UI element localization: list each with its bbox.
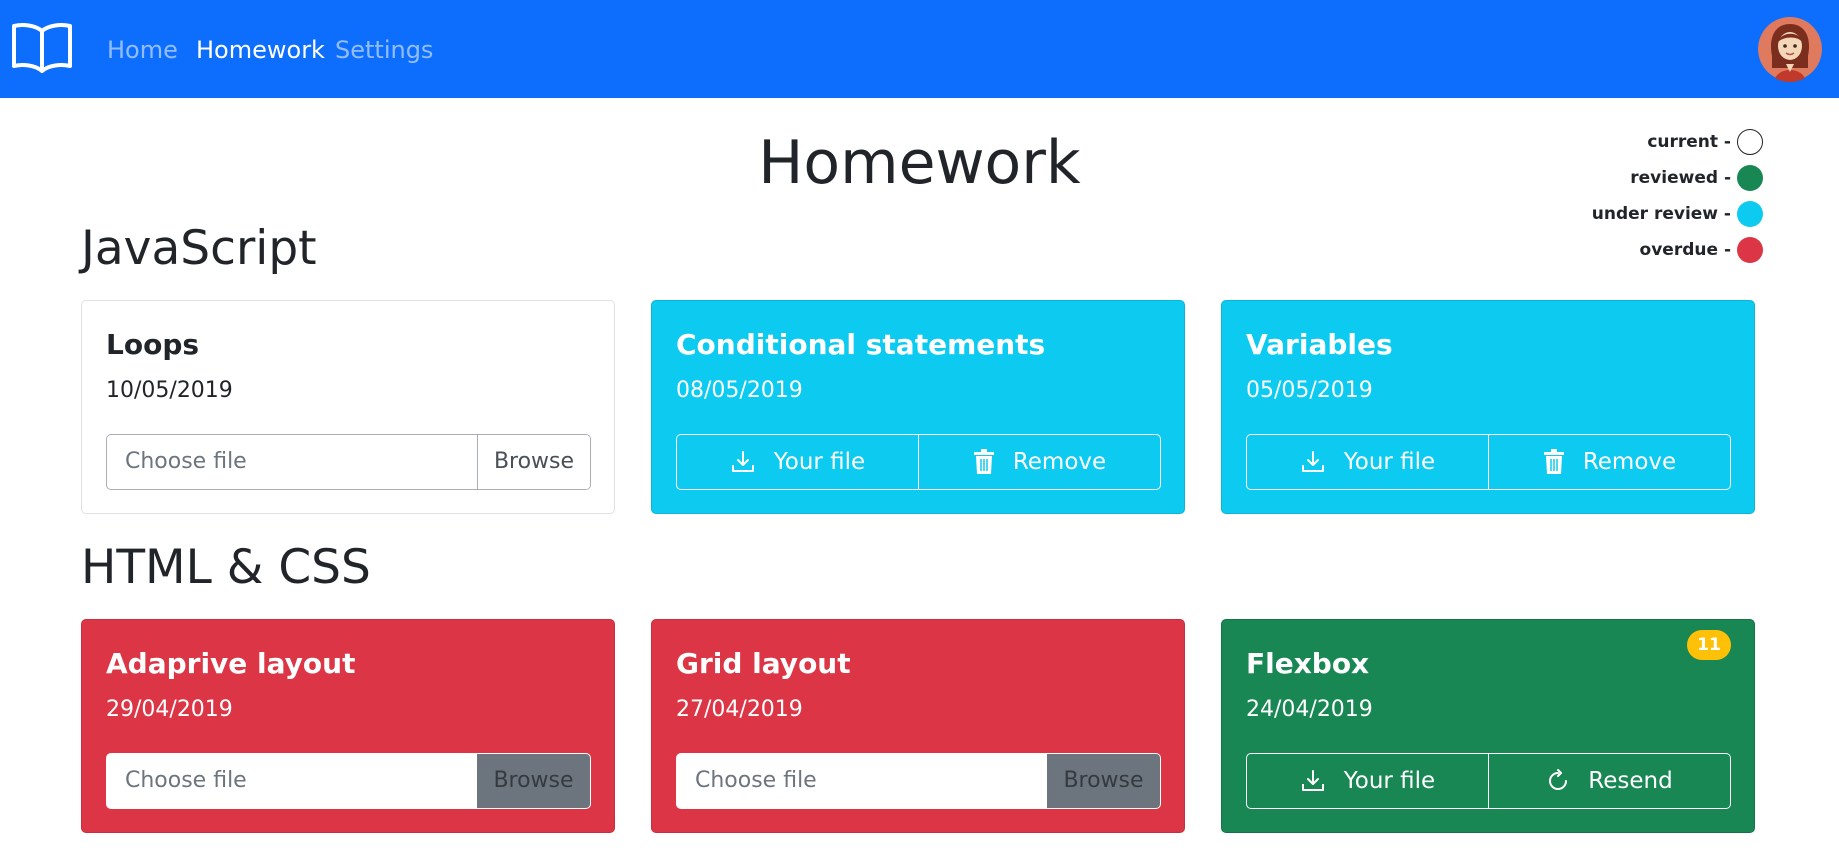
your-file-button[interactable]: Your file (1247, 435, 1488, 489)
card-date: 29/04/2019 (106, 697, 233, 722)
file-input-placeholder[interactable]: Choose file (107, 754, 477, 808)
your-file-label: Your file (773, 449, 866, 475)
legend-dot-reviewed (1737, 165, 1763, 191)
download-icon (1301, 451, 1324, 472)
card-date: 27/04/2019 (676, 697, 803, 722)
file-input[interactable]: Choose file Browse (106, 434, 591, 490)
your-file-button[interactable]: Your file (677, 435, 918, 489)
download-icon (1301, 770, 1324, 791)
legend-item-reviewed: reviewed - (1592, 160, 1763, 196)
legend-item-overdue: overdue - (1592, 232, 1763, 268)
homework-card-flexbox: 11 Flexbox 24/04/2019 Your file Resend (1221, 619, 1755, 833)
homework-card-adaprive-layout: Adaprive layout 29/04/2019 Choose file B… (81, 619, 615, 833)
legend-label: current - (1647, 132, 1731, 152)
trash-icon (1543, 449, 1564, 474)
legend-label: reviewed - (1630, 168, 1731, 188)
remove-button[interactable]: Remove (918, 435, 1160, 489)
file-actions: Your file Resend (1246, 753, 1731, 809)
file-input-placeholder[interactable]: Choose file (677, 754, 1047, 808)
your-file-label: Your file (1343, 768, 1436, 794)
legend-dot-current (1737, 129, 1763, 155)
legend-dot-overdue (1737, 237, 1763, 263)
card-title: Grid layout (676, 647, 851, 680)
nav-link-settings[interactable]: Settings (335, 33, 433, 67)
homework-card-loops: Loops 10/05/2019 Choose file Browse (81, 300, 615, 514)
card-date: 05/05/2019 (1246, 378, 1373, 403)
card-title: Flexbox (1246, 647, 1370, 680)
browse-button[interactable]: Browse (477, 435, 590, 489)
card-title: Adaprive layout (106, 647, 356, 680)
resend-button[interactable]: Resend (1488, 754, 1730, 808)
file-actions: Your file Remove (1246, 434, 1731, 490)
section-title-javascript: JavaScript (81, 221, 317, 276)
file-input-placeholder[interactable]: Choose file (107, 435, 477, 489)
status-legend: current - reviewed - under review - over… (1592, 124, 1763, 268)
page-title: Homework (758, 128, 1081, 198)
nav-link-homework[interactable]: Homework (196, 33, 325, 67)
homework-card-variables: Variables 05/05/2019 Your file Remove (1221, 300, 1755, 514)
file-input[interactable]: Choose file Browse (106, 753, 591, 809)
remove-label: Remove (1012, 449, 1107, 475)
book-logo-icon[interactable] (11, 21, 73, 73)
remove-button[interactable]: Remove (1488, 435, 1730, 489)
section-title-html-css: HTML & CSS (81, 540, 371, 595)
file-input[interactable]: Choose file Browse (676, 753, 1161, 809)
legend-dot-under-review (1737, 201, 1763, 227)
browse-button[interactable]: Browse (477, 754, 590, 808)
navbar: Home Homework Settings (0, 0, 1839, 98)
homework-card-conditional-statements: Conditional statements 08/05/2019 Your f… (651, 300, 1185, 514)
your-file-label: Your file (1343, 449, 1436, 475)
card-date: 24/04/2019 (1246, 697, 1373, 722)
nav-link-home[interactable]: Home (107, 33, 178, 67)
homework-card-grid-layout: Grid layout 27/04/2019 Choose file Brows… (651, 619, 1185, 833)
comments-count-badge[interactable]: 11 (1687, 630, 1731, 660)
card-title: Conditional statements (676, 328, 1046, 361)
remove-label: Remove (1582, 449, 1677, 475)
browse-button[interactable]: Browse (1047, 754, 1160, 808)
card-date: 08/05/2019 (676, 378, 803, 403)
your-file-button[interactable]: Your file (1247, 754, 1488, 808)
card-date: 10/05/2019 (106, 378, 233, 403)
refresh-icon (1549, 769, 1568, 790)
legend-item-current: current - (1592, 124, 1763, 160)
file-actions: Your file Remove (676, 434, 1161, 490)
download-icon (731, 451, 754, 472)
trash-icon (973, 449, 994, 474)
legend-item-under-review: under review - (1592, 196, 1763, 232)
resend-label: Resend (1588, 768, 1673, 794)
card-title: Loops (106, 328, 200, 361)
card-title: Variables (1246, 328, 1393, 361)
legend-label: under review - (1591, 204, 1731, 224)
legend-label: overdue - (1639, 240, 1731, 260)
user-avatar[interactable] (1758, 16, 1822, 82)
